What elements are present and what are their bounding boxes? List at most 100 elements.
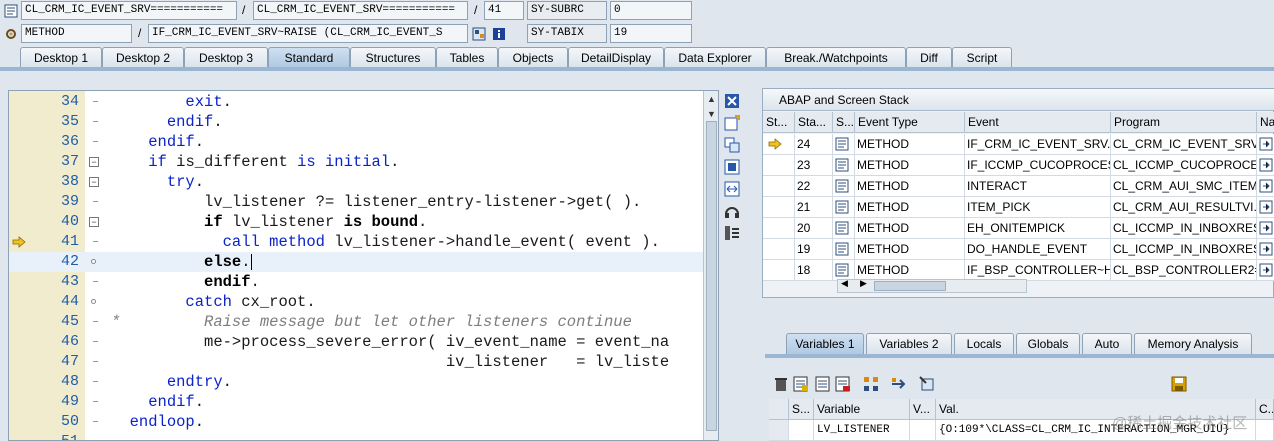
code-line[interactable]: 45 * Raise message but let other listener… [9, 312, 703, 332]
navigate-icon[interactable] [1259, 242, 1273, 256]
save-icon[interactable] [1170, 375, 1188, 393]
new-tool-icon[interactable] [722, 114, 742, 132]
column-header[interactable]: Event [965, 112, 1111, 133]
code-line[interactable]: 34 exit. [9, 92, 703, 112]
code-line[interactable]: 41 call method lv_listener->handle_event… [9, 232, 703, 252]
code-line[interactable]: 39 lv_listener ?= listener_entry-listene… [9, 192, 703, 212]
full-screen-icon[interactable] [722, 158, 742, 176]
tab-diff[interactable]: Diff [906, 47, 952, 68]
scroll-up-icon[interactable]: ▲ [705, 92, 718, 106]
code-line[interactable]: 43 endif. [9, 272, 703, 292]
column-header[interactable]: Variable [814, 399, 910, 420]
navigate-icon[interactable] [1259, 158, 1273, 172]
stack-row[interactable]: 22 METHOD INTERACT CL_CRM_AUI_SMC_ITEM... [763, 176, 1274, 197]
tab-desktop-2[interactable]: Desktop 2 [102, 47, 184, 68]
stack-navigate-cell[interactable] [1257, 197, 1274, 218]
line-number-field[interactable]: 41 [484, 1, 524, 20]
fold-toggle-icon[interactable]: − [89, 217, 99, 227]
editor-vertical-scrollbar[interactable]: ▲ ▼ [703, 91, 718, 440]
column-header[interactable]: C... [1256, 399, 1274, 420]
services-tool-icon[interactable] [722, 202, 742, 220]
tab-variables-2[interactable]: Variables 2 [866, 333, 952, 355]
stack-row[interactable]: 18 METHOD IF_BSP_CONTROLLER~H... CL_BSP_CON… [763, 260, 1274, 281]
tab-locals[interactable]: Locals [954, 333, 1014, 355]
column-header[interactable]: V... [910, 399, 936, 420]
insert-row-icon[interactable] [792, 375, 810, 393]
event-type-field[interactable]: METHOD [21, 24, 132, 43]
tab-standard[interactable]: Standard [268, 47, 350, 68]
navigate-icon[interactable] [1259, 200, 1273, 214]
stack-row[interactable]: 19 METHOD DO_HANDLE_EVENT CL_ICCMP_IN_INBOX… [763, 239, 1274, 260]
stack-horizontal-scrollbar[interactable]: ◀ ▶ [837, 278, 1027, 293]
navigate-icon[interactable] [1259, 137, 1273, 151]
scrollbar-thumb[interactable] [874, 281, 946, 291]
code-line[interactable]: 44 catch cx_root. [9, 292, 703, 312]
column-header[interactable]: S... [789, 399, 814, 420]
code-line[interactable]: 46 me->process_severe_error( iv_event_na… [9, 332, 703, 352]
tab-variables-1[interactable]: Variables 1 [786, 333, 864, 355]
hierarchy-icon[interactable] [862, 375, 880, 393]
main-program-field[interactable]: CL_CRM_IC_EVENT_SRV=========== [21, 1, 237, 20]
delete-row-icon[interactable] [834, 375, 852, 393]
column-header[interactable]: Na... [1257, 112, 1274, 133]
navigate-icon[interactable] [890, 375, 908, 393]
code-line[interactable]: 50 endloop. [9, 412, 703, 432]
stack-navigate-cell[interactable] [1257, 176, 1274, 197]
event-name-field[interactable]: IF_CRM_IC_EVENT_SRV~RAISE (CL_CRM_IC_EVE… [148, 24, 468, 43]
code-line[interactable]: 36 endif. [9, 132, 703, 152]
source-code-editor[interactable]: 34 exit. 35 endif. 36 endif. 37− if is_diff… [8, 90, 719, 441]
sysvar-value-field[interactable]: 19 [610, 24, 692, 43]
code-line[interactable]: 40− if lv_listener is bound. [9, 212, 703, 232]
code-line[interactable]: 48 endtry. [9, 372, 703, 392]
tab-data-explorer[interactable]: Data Explorer [664, 47, 766, 68]
fold-toggle-icon[interactable]: − [89, 177, 99, 187]
stack-navigate-cell[interactable] [1257, 260, 1274, 281]
info-icon[interactable] [492, 27, 506, 41]
stack-navigate-cell[interactable] [1257, 134, 1274, 155]
navigate-icon[interactable] [1259, 179, 1273, 193]
code-line[interactable]: 38− try. [9, 172, 703, 192]
stack-navigate-cell[interactable] [1257, 218, 1274, 239]
tab-tables[interactable]: Tables [436, 47, 498, 68]
settings-tool-icon[interactable] [722, 224, 742, 242]
include-field[interactable]: CL_CRM_IC_EVENT_SRV=========== [253, 1, 468, 20]
append-row-icon[interactable] [814, 375, 832, 393]
row-selector[interactable] [769, 420, 789, 441]
column-header[interactable]: St... [763, 112, 795, 133]
source-icon[interactable] [472, 27, 486, 41]
column-header[interactable] [769, 399, 789, 420]
code-line[interactable]: 47 iv_listener = lv_liste [9, 352, 703, 372]
tab-break-watchpoints[interactable]: Break./Watchpoints [766, 47, 906, 68]
column-header[interactable]: Sta... [795, 112, 833, 133]
stack-row[interactable]: 21 METHOD ITEM_PICK CL_CRM_AUI_RESULTVI... [763, 197, 1274, 218]
tab-detaildisplay[interactable]: DetailDisplay [568, 47, 664, 68]
replace-tool-icon[interactable] [722, 136, 742, 154]
swap-tool-icon[interactable] [722, 180, 742, 198]
stack-row[interactable]: 23 METHOD IF_ICCMP_CUCOPROCES... CL_ICCMP_C… [763, 155, 1274, 176]
tab-auto[interactable]: Auto [1082, 333, 1132, 355]
code-line[interactable]: 51 [9, 432, 703, 440]
navigate-icon[interactable] [1259, 221, 1273, 235]
fold-toggle-icon[interactable]: − [89, 157, 99, 167]
code-line[interactable]: 49 endif. [9, 392, 703, 412]
code-line[interactable]: 42 else. [9, 252, 703, 272]
code-line[interactable]: 37− if is_different is initial. [9, 152, 703, 172]
code-line[interactable]: 35 endif. [9, 112, 703, 132]
select-icon[interactable] [918, 375, 936, 393]
tab-desktop-1[interactable]: Desktop 1 [20, 47, 102, 68]
stack-row[interactable]: 24 METHOD IF_CRM_IC_EVENT_SRV... CL_CRM_IC_… [763, 134, 1274, 155]
column-header[interactable]: Program [1111, 112, 1257, 133]
close-tool-icon[interactable] [722, 92, 742, 110]
scrollbar-thumb[interactable] [706, 121, 717, 431]
column-header[interactable]: S... [833, 112, 855, 133]
stack-row[interactable]: 20 METHOD EH_ONITEMPICK CL_ICCMP_IN_INBOXRE… [763, 218, 1274, 239]
navigate-icon[interactable] [1259, 263, 1273, 277]
tab-objects[interactable]: Objects [498, 47, 568, 68]
column-header[interactable]: Event Type [855, 112, 965, 133]
scroll-right-icon[interactable]: ▶ [860, 278, 867, 289]
tab-script[interactable]: Script [952, 47, 1012, 68]
scroll-left-icon[interactable]: ◀ [841, 278, 848, 289]
stack-navigate-cell[interactable] [1257, 155, 1274, 176]
sysvar-value-field[interactable]: 0 [610, 1, 692, 20]
scroll-down-icon[interactable]: ▼ [705, 107, 718, 121]
